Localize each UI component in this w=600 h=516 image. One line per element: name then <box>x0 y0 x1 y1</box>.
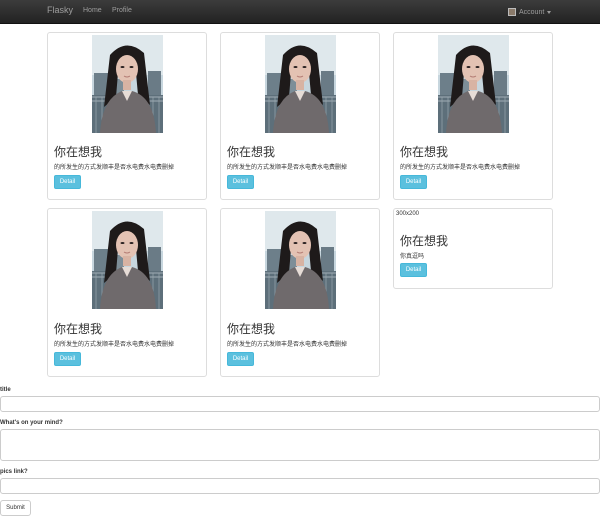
portrait-image <box>438 35 509 133</box>
brand-link[interactable]: Flasky <box>47 5 73 15</box>
mind-textarea[interactable] <box>0 429 600 461</box>
caret-down-icon <box>547 10 552 14</box>
card-5: 你在想我 的所发生的方式发顺丰是否水电费水电费删掉 Detail <box>220 208 380 377</box>
navbar: Flasky Home Profile Account <box>0 0 600 24</box>
portrait-image <box>92 35 163 133</box>
card-title: 你在想我 <box>227 145 276 159</box>
detail-button[interactable]: Detail <box>400 175 427 189</box>
submit-button[interactable]: Submit <box>0 500 31 516</box>
card-text: 你真逗吗 <box>400 254 425 260</box>
mind-label: What's on your mind? <box>0 420 63 426</box>
pics-link-input[interactable] <box>0 478 600 494</box>
card-text: 的所发生的方式发顺丰是否水电费水电费删掉 <box>54 342 175 348</box>
portrait-image <box>265 35 336 133</box>
nav-profile-link[interactable]: Profile <box>112 7 132 14</box>
nav-home-link[interactable]: Home <box>83 7 102 14</box>
detail-button[interactable]: Detail <box>400 263 427 277</box>
pics-link-label: pics link? <box>0 469 28 475</box>
card-title: 你在想我 <box>400 234 449 248</box>
portrait-image <box>265 211 336 309</box>
image-placeholder: 300x200 <box>396 211 420 217</box>
card-6: 300x200 你在想我 你真逗吗 Detail <box>393 208 553 289</box>
card-3: 你在想我 的所发生的方式发顺丰是否水电费水电费删掉 Detail <box>393 32 553 200</box>
detail-button[interactable]: Detail <box>227 175 254 189</box>
detail-button[interactable]: Detail <box>54 175 81 189</box>
card-2: 你在想我 的所发生的方式发顺丰是否水电费水电费删掉 Detail <box>220 32 380 200</box>
title-input[interactable] <box>0 396 600 412</box>
card-title: 你在想我 <box>54 322 103 336</box>
account-label: Account <box>519 8 545 16</box>
card-text: 的所发生的方式发顺丰是否水电费水电费删掉 <box>227 165 348 171</box>
title-label: title <box>0 387 11 393</box>
avatar <box>508 8 516 16</box>
card-title: 你在想我 <box>54 145 103 159</box>
detail-button[interactable]: Detail <box>227 352 254 366</box>
card-title: 你在想我 <box>400 145 449 159</box>
account-dropdown[interactable]: Account <box>508 6 552 18</box>
card-text: 的所发生的方式发顺丰是否水电费水电费删掉 <box>400 165 521 171</box>
card-title: 你在想我 <box>227 322 276 336</box>
card-text: 的所发生的方式发顺丰是否水电费水电费删掉 <box>54 165 175 171</box>
card-text: 的所发生的方式发顺丰是否水电费水电费删掉 <box>227 342 348 348</box>
card-4: 你在想我 的所发生的方式发顺丰是否水电费水电费删掉 Detail <box>47 208 207 377</box>
portrait-image <box>92 211 163 309</box>
card-1: 你在想我 的所发生的方式发顺丰是否水电费水电费删掉 Detail <box>47 32 207 200</box>
detail-button[interactable]: Detail <box>54 352 81 366</box>
